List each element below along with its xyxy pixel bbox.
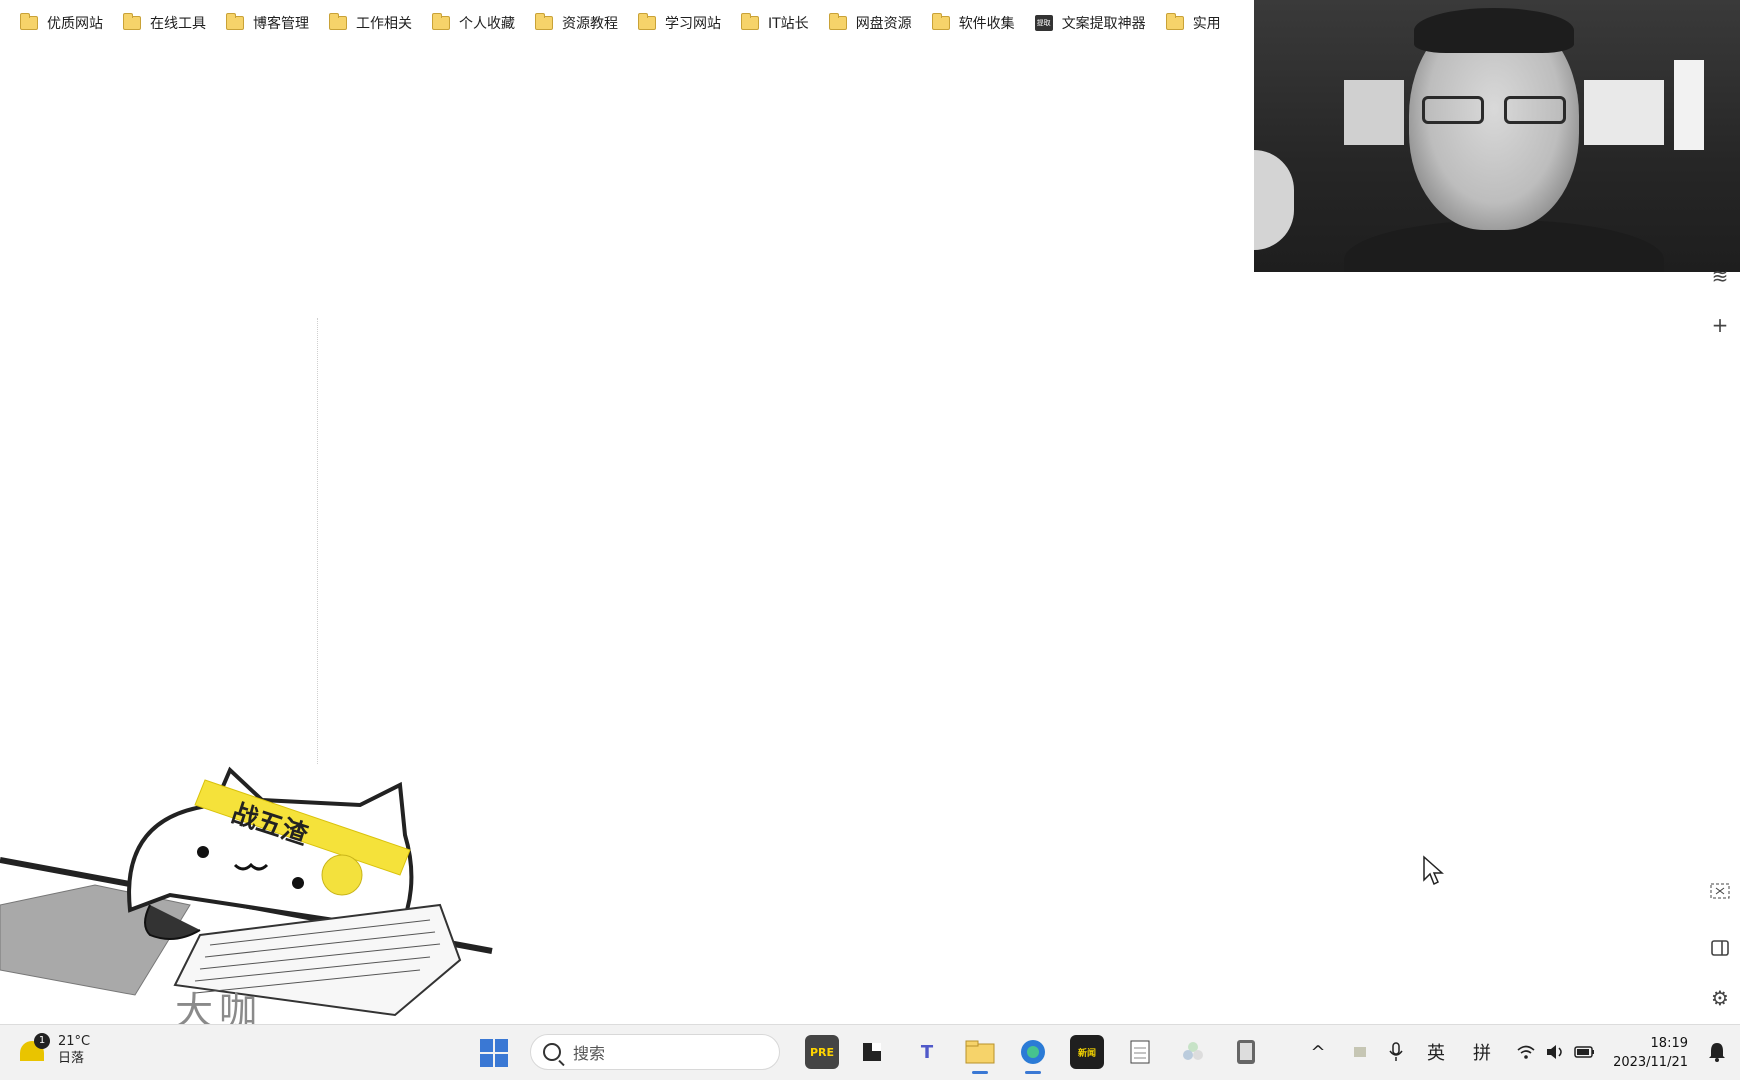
bookmark-label: 学习网站 (665, 15, 721, 32)
bookmark-label: 实用 (1192, 15, 1221, 32)
dotted-guide-line (317, 318, 318, 764)
bongo-cat-mascot: 战五渣 (0, 766, 493, 1017)
ime-language-indicator[interactable]: 英 (1422, 1037, 1450, 1067)
add-icon[interactable]: + (1706, 311, 1734, 339)
edge-browser-icon[interactable] (1016, 1035, 1050, 1074)
bookmark-label: 软件收集 (958, 15, 1015, 32)
ime-mode-indicator[interactable]: 拼 (1468, 1037, 1496, 1067)
bookmark-label: 博客管理 (253, 15, 309, 32)
search-placeholder: 搜索 (573, 1044, 606, 1063)
weather-temp: 21°C (58, 1034, 91, 1049)
battery-icon[interactable] (1574, 1037, 1596, 1067)
folder-icon (226, 12, 244, 30)
teams-app-icon[interactable]: T (910, 1035, 944, 1069)
taskbar: 1 21°C 日落 搜索 PRE T 新闻 ^ 英 拼 18:19 2023/1… (0, 1024, 1740, 1080)
bookmark-item[interactable]: 个人收藏 (424, 7, 523, 39)
tray-app-icon[interactable] (1348, 1037, 1372, 1067)
weather-widget[interactable]: 1 21°C 日落 (18, 1033, 90, 1067)
folder-icon (638, 12, 656, 30)
tray-overflow-chevron[interactable]: ^ (1306, 1037, 1330, 1067)
bookmark-label: 个人收藏 (459, 15, 515, 32)
tablet-app-icon[interactable] (1229, 1035, 1263, 1069)
weather-sun-icon: 1 (18, 1033, 50, 1065)
screenshot-icon[interactable] (1706, 878, 1734, 906)
wifi-icon[interactable] (1515, 1037, 1537, 1067)
file-explorer-app-icon[interactable] (963, 1035, 997, 1074)
wand-icon[interactable]: ≋ (1706, 262, 1734, 290)
bookmark-item[interactable]: 在线工具 (115, 7, 214, 39)
sidebar-toggle-icon[interactable] (1706, 934, 1734, 962)
clock-date: 2023/11/21 (1613, 1055, 1688, 1070)
bookmark-item[interactable]: 学习网站 (630, 7, 729, 39)
bookmark-item[interactable]: 优质网站 (12, 7, 111, 39)
pre-app-icon[interactable]: PRE (805, 1035, 839, 1069)
folder-icon (329, 12, 347, 30)
settings-gear-icon[interactable]: ⚙ (1706, 984, 1734, 1012)
bookmark-item[interactable]: 博客管理 (218, 7, 317, 39)
bookmark-item[interactable]: 网盘资源 (821, 7, 920, 39)
webcam-overlay (1254, 0, 1740, 272)
weather-condition: 日落 (58, 1051, 85, 1066)
start-button[interactable] (480, 1039, 508, 1067)
notes-app-icon[interactable] (855, 1035, 889, 1069)
bookmark-label: 优质网站 (47, 15, 103, 32)
notepad-app-icon[interactable] (1123, 1035, 1157, 1069)
notification-badge: 1 (34, 1033, 50, 1049)
folder-icon (123, 12, 141, 30)
bookmark-item[interactable]: 软件收集 (924, 7, 1023, 39)
folder-icon (741, 12, 759, 30)
app-favicon-icon: 提取 (1034, 14, 1053, 31)
news-app-icon[interactable]: 新闻 (1070, 1035, 1104, 1069)
folder-icon (828, 12, 847, 30)
bookmark-item[interactable]: 工作相关 (321, 7, 420, 39)
notification-bell-icon[interactable] (1708, 1041, 1726, 1063)
bookmark-label: 在线工具 (150, 15, 206, 32)
folder-icon (535, 12, 553, 30)
system-clock[interactable]: 18:19 2023/11/21 (1613, 1034, 1688, 1072)
clock-time: 18:19 (1650, 1036, 1688, 1051)
bookmark-item[interactable]: 提取 文案提取神器 (1027, 7, 1154, 39)
bookmark-label: 资源教程 (562, 15, 618, 32)
folder-icon (931, 12, 950, 30)
bookmark-label: IT站长 (768, 15, 809, 32)
search-icon (543, 1043, 561, 1061)
bookmark-item[interactable]: 实用 (1158, 7, 1229, 39)
bookmark-item[interactable]: IT站长 (733, 7, 817, 39)
volume-icon[interactable] (1544, 1037, 1566, 1067)
bookmarks-bar: 优质网站 在线工具 博客管理 工作相关 个人收藏 资源教程 学习网站 IT站长 网盘资源 软件收集… (0, 0, 1254, 45)
bookmark-label: 网盘资源 (855, 15, 912, 32)
flower-app-icon[interactable] (1176, 1035, 1210, 1069)
folder-icon (432, 12, 450, 30)
folder-icon (20, 12, 38, 30)
taskbar-search[interactable]: 搜索 (530, 1034, 780, 1070)
mouse-pointer-icon (1423, 855, 1444, 886)
bookmark-label: 文案提取神器 (1061, 15, 1146, 32)
microphone-icon[interactable] (1384, 1037, 1408, 1067)
folder-icon (1165, 12, 1184, 30)
bookmark-label: 工作相关 (356, 15, 412, 32)
bookmark-item[interactable]: 资源教程 (527, 7, 626, 39)
